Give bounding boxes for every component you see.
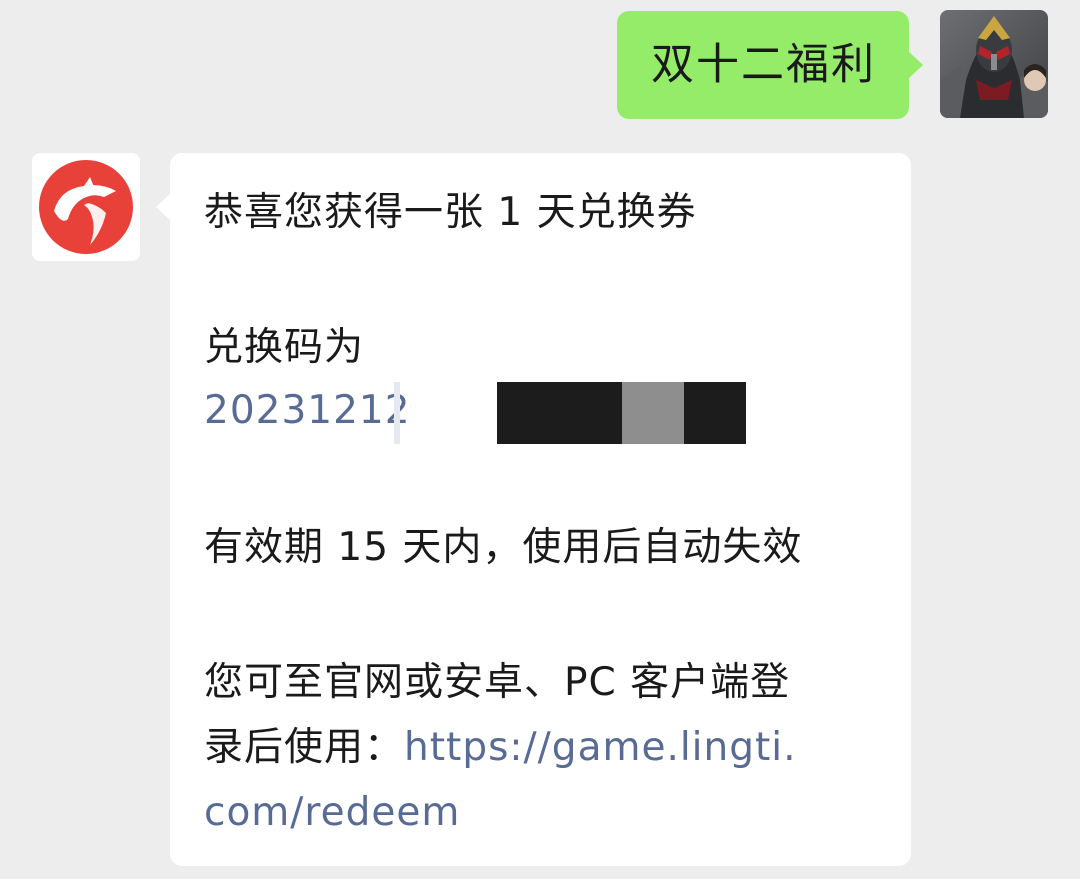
redeem-code-value[interactable]: 20231212 — [204, 386, 411, 436]
redeem-link-continued[interactable]: com/redeem — [204, 788, 460, 838]
bot-avatar[interactable] — [32, 153, 140, 261]
redaction-fade — [394, 382, 400, 444]
redeem-link[interactable]: https://game.lingti. — [404, 725, 797, 770]
redeem-code-label: 兑换码为 — [204, 325, 365, 370]
instructions-line-1: 您可至官网或安卓、PC 客户端登 — [204, 660, 791, 705]
incoming-message-bubble[interactable]: 恭喜您获得一张 1 天兑换券 兑换码为 20231212 有效期 15 天内，使… — [156, 153, 911, 866]
outgoing-message-bubble[interactable]: 双十二福利 — [617, 11, 923, 119]
redaction-block-right — [684, 382, 746, 444]
instructions-prefix: 录后使用： — [204, 725, 405, 770]
lingti-logo-icon — [32, 153, 140, 261]
coupon-granted-text: 恭喜您获得一张 1 天兑换券 — [204, 190, 697, 235]
masked-rider-avatar-icon — [940, 10, 1048, 118]
validity-text: 有效期 15 天内，使用后自动失效 — [204, 525, 803, 570]
redaction-block-middle — [622, 382, 684, 444]
instructions-line-2: 录后使用：https://game.lingti. — [204, 723, 797, 773]
outgoing-message-text: 双十二福利 — [651, 40, 876, 90]
redaction-block-left — [497, 382, 622, 444]
self-avatar[interactable] — [940, 10, 1048, 118]
